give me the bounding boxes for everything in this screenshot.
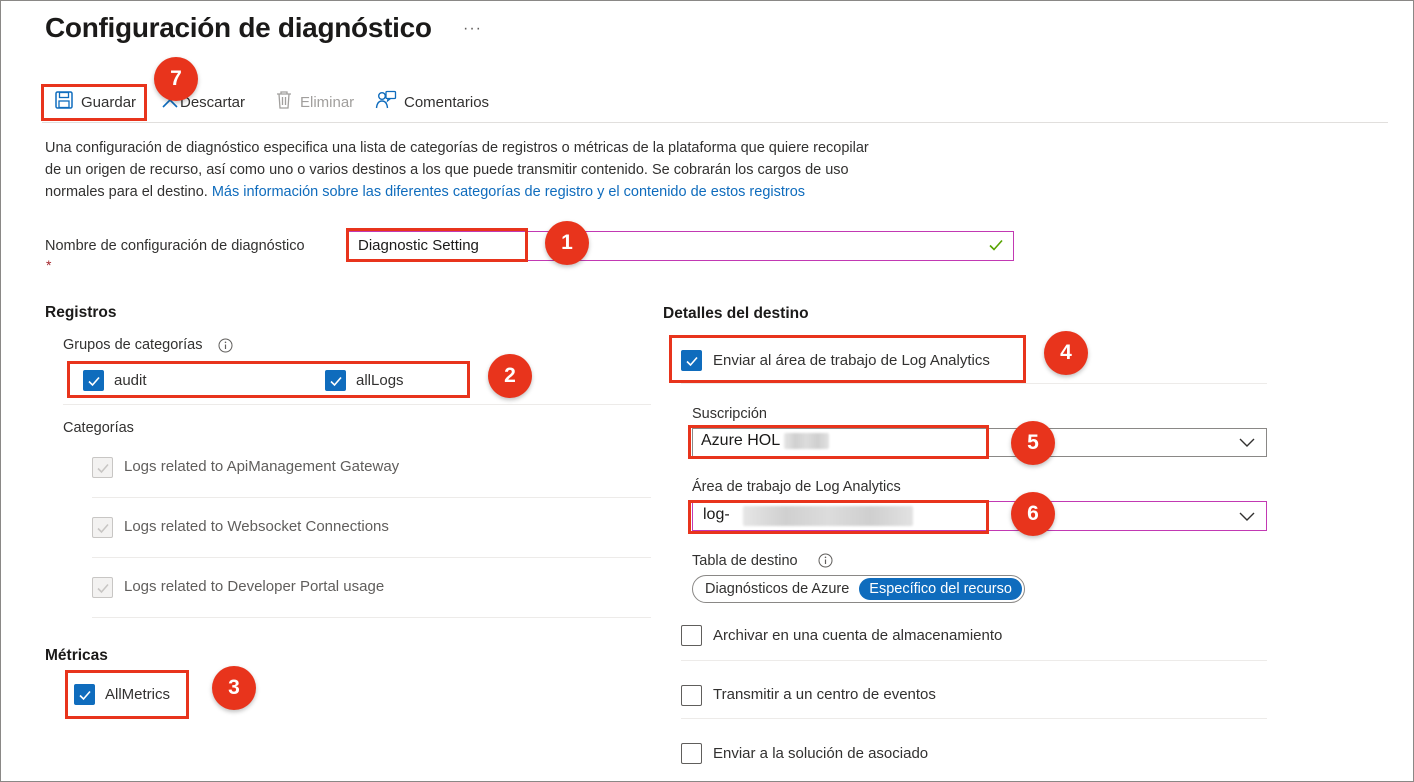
toolbar-divider [42,122,1388,123]
category-divider [92,617,651,618]
category-label: Logs related to ApiManagement Gateway [124,458,400,475]
partner-label: Enviar a la solución de asociado [713,745,929,762]
description: Una configuración de diagnóstico especif… [45,137,885,203]
eventhub-divider [681,718,1267,719]
category-divider [92,497,651,498]
storage-checkbox[interactable] [681,625,702,646]
info-icon[interactable] [818,553,833,573]
valid-check-icon [988,237,1004,258]
learn-more-link[interactable]: Más información sobre las diferentes cat… [212,184,805,200]
callout-badge-5: 5 [1011,421,1055,465]
checkmark-icon [96,463,109,473]
callout-badge-1: 1 [545,221,589,265]
table-option-azure[interactable]: Diagnósticos de Azure [705,581,849,597]
required-mark: * [46,257,52,273]
more-options-button[interactable]: ··· [463,20,482,38]
log-analytics-divider [681,383,1267,384]
checkmark-icon [96,583,109,593]
callout-box-groups [67,361,470,398]
category-checkbox[interactable] [92,457,113,478]
table-option-resource[interactable]: Específico del recurso [859,578,1022,600]
callout-box-subscription [688,425,989,459]
metrics-heading: Métricas [45,647,108,664]
category-divider [92,557,651,558]
feedback-icon [375,90,397,114]
chevron-down-icon [1239,510,1255,528]
trash-icon [275,90,293,114]
delete-button[interactable]: Eliminar [275,90,354,114]
callout-badge-6: 6 [1011,492,1055,536]
destination-heading: Detalles del destino [663,305,809,322]
workspace-label: Área de trabajo de Log Analytics [692,479,901,495]
partner-checkbox[interactable] [681,743,702,764]
info-icon[interactable] [218,338,233,358]
category-groups-label: Grupos de categorías [63,337,202,353]
checkmark-icon [96,523,109,533]
chevron-down-icon [1239,436,1255,454]
table-label: Tabla de destino [692,553,798,569]
categories-label: Categorías [63,420,134,436]
category-groups-text: Grupos de categorías [63,337,203,353]
storage-label: Archivar en una cuenta de almacenamiento [713,627,1003,644]
groups-divider [63,404,651,405]
category-checkbox[interactable] [92,517,113,538]
eventhub-label: Transmitir a un centro de eventos [713,686,936,703]
delete-label: Eliminar [300,93,355,111]
callout-box-save [41,84,147,121]
callout-box-log-analytics [669,335,1026,383]
callout-badge-2: 2 [488,354,532,398]
eventhub-checkbox[interactable] [681,685,702,706]
storage-divider [681,660,1267,661]
callout-box-workspace [688,500,989,534]
name-field-label: Nombre de configuración de diagnóstico [45,238,305,254]
page-title: Configuración de diagnóstico [45,12,432,43]
category-checkbox[interactable] [92,577,113,598]
feedback-label: Comentarios [404,93,490,111]
logs-heading: Registros [45,304,117,321]
callout-badge-3: 3 [212,666,256,710]
callout-box-metrics [65,670,189,719]
feedback-button[interactable]: Comentarios [375,90,489,114]
subscription-label: Suscripción [692,406,767,422]
category-label: Logs related to Developer Portal usage [124,578,385,595]
category-label: Logs related to Websocket Connections [124,518,389,535]
callout-box-name [346,228,528,262]
callout-badge-7: 7 [154,57,198,101]
callout-badge-4: 4 [1044,331,1088,375]
table-toggle: Diagnósticos de Azure Específico del rec… [692,575,1025,603]
